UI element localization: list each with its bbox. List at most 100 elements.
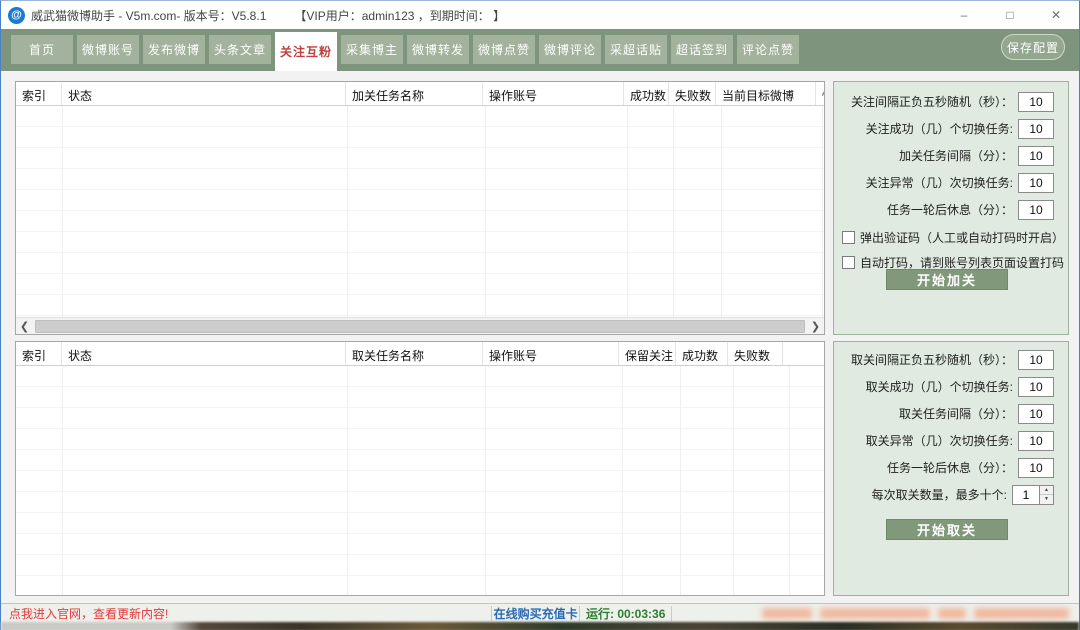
scroll-left-icon[interactable]: ❮ (16, 318, 33, 335)
follow-table-hscrollbar[interactable]: ❮ ❯ (16, 317, 824, 334)
tab-follow-mutual[interactable]: 关注互粉 (275, 32, 337, 71)
col-success-count: 成功数 (676, 342, 728, 365)
tab-publish-weibo[interactable]: 发布微博 (143, 35, 205, 64)
col-success-count: 成功数 (624, 82, 669, 105)
follow-task-interval-label: 加关任务间隔（分）： (899, 147, 1013, 164)
unfollow-interval-label: 取关间隔正负五秒随机（秒）： (851, 351, 1013, 368)
col-follow-task-name: 加关任务名称 (346, 82, 483, 105)
statusbar-divider (671, 606, 672, 621)
col-current-target-weibo: 当前目标微博 (716, 82, 816, 105)
unfollow-settings-panel: 取关间隔正负五秒随机（秒）： 取关成功（几）个切换任务: 取关任务间隔（分）： … (833, 341, 1069, 596)
start-unfollow-button[interactable]: 开始取关 (886, 519, 1008, 540)
col-status: 状态 (62, 342, 346, 365)
unfollow-count-stepper[interactable] (1012, 485, 1040, 505)
scroll-right-icon[interactable]: ❯ (807, 318, 824, 335)
auto-captcha-checkbox[interactable] (842, 256, 855, 269)
unfollow-task-interval-input[interactable] (1018, 404, 1054, 424)
unfollow-count-label: 每次取关数量，最多十个: (872, 486, 1007, 503)
tab-bar: 首页 微博账号 发布微博 头条文章 关注互粉 采集博主 微博转发 微博点赞 微博… (1, 29, 1079, 71)
setting-row: 任务一轮后休息（分）： (834, 454, 1068, 481)
follow-table-header: 索引 状态 加关任务名称 操作账号 成功数 失败数 当前目标微博 性别 (16, 82, 824, 106)
setting-row: 关注成功（几）个切换任务: (834, 115, 1068, 142)
unfollow-rest-label: 任务一轮后休息（分）： (887, 459, 1013, 476)
titlebar: @ 威武猫微博助手 - V5m.com- 版本号：V5.8.1 【VIP用户：a… (1, 1, 1079, 29)
unfollow-task-table: 索引 状态 取关任务名称 操作账号 保留关注 成功数 失败数 (15, 341, 825, 596)
checkbox-row: 弹出验证码（人工或自动打码时开启） (834, 226, 1068, 248)
update-notice-link[interactable]: 点我进入官网，查看更新内容! (1, 605, 491, 622)
tab-weibo-comment[interactable]: 微博评论 (539, 35, 601, 64)
follow-rest-label: 任务一轮后休息（分）： (887, 201, 1013, 218)
setting-row: 每次取关数量，最多十个: ▲ ▼ (834, 481, 1068, 508)
unfollow-table-body (16, 366, 824, 595)
follow-task-interval-input[interactable] (1018, 146, 1054, 166)
run-timer: 运行: 00:03:36 (580, 605, 671, 622)
stepper-down-icon[interactable]: ▼ (1040, 495, 1053, 504)
app-logo-icon: @ (8, 7, 25, 24)
tab-home[interactable]: 首页 (11, 35, 73, 64)
col-operate-account: 操作账号 (483, 342, 619, 365)
buy-card-link[interactable]: 在线购买充值卡 (492, 605, 579, 622)
unfollow-interval-input[interactable] (1018, 350, 1054, 370)
col-keep-follow: 保留关注 (619, 342, 676, 365)
follow-success-switch-label: 关注成功（几）个切换任务: (866, 120, 1013, 137)
setting-row: 取关成功（几）个切换任务: (834, 373, 1068, 400)
start-follow-button[interactable]: 开始加关 (886, 269, 1008, 290)
unfollow-table-header: 索引 状态 取关任务名称 操作账号 保留关注 成功数 失败数 (16, 342, 824, 366)
follow-error-switch-label: 关注异常（几）次切换任务: (866, 174, 1013, 191)
follow-settings-panel: 关注间隔正负五秒随机（秒）： 关注成功（几）个切换任务: 加关任务间隔（分）： … (833, 81, 1069, 335)
minimize-icon[interactable]: – (941, 1, 987, 29)
col-fail-count: 失败数 (669, 82, 716, 105)
tab-collect-supertopic-posts[interactable]: 采超话贴 (605, 35, 667, 64)
captcha-popup-label: 弹出验证码（人工或自动打码时开启） (860, 229, 1064, 246)
follow-rest-input[interactable] (1018, 200, 1054, 220)
setting-row: 取关任务间隔（分）： (834, 400, 1068, 427)
follow-error-switch-input[interactable] (1018, 173, 1054, 193)
setting-row: 取关异常（几）次切换任务: (834, 427, 1068, 454)
setting-row: 关注异常（几）次切换任务: (834, 169, 1068, 196)
setting-row: 关注间隔正负五秒随机（秒）： (834, 88, 1068, 115)
desktop-edge (1, 622, 1079, 630)
auto-captcha-label: 自动打码，请到账号列表页面设置打码 (860, 254, 1064, 271)
tab-weibo-account[interactable]: 微博账号 (77, 35, 139, 64)
stepper-up-icon[interactable]: ▲ (1040, 486, 1053, 496)
app-window: @ 威武猫微博助手 - V5m.com- 版本号：V5.8.1 【VIP用户：a… (0, 0, 1080, 630)
col-status: 状态 (62, 82, 346, 105)
window-title: 威武猫微博助手 - V5m.com- 版本号：V5.8.1 (31, 7, 266, 24)
col-index: 索引 (16, 82, 62, 105)
close-icon[interactable]: ✕ (1033, 1, 1079, 29)
stepper-arrows: ▲ ▼ (1040, 485, 1054, 505)
follow-task-table: 索引 状态 加关任务名称 操作账号 成功数 失败数 当前目标微博 性别 ❮ ❯ (15, 81, 825, 335)
vip-info: 【VIP用户：admin123 ，到期时间： 】 (294, 7, 505, 24)
captcha-popup-checkbox[interactable] (842, 231, 855, 244)
col-gender: 性别 (816, 82, 824, 105)
maximize-icon[interactable]: □ (987, 1, 1033, 29)
redacted-area (682, 606, 1069, 621)
unfollow-rest-input[interactable] (1018, 458, 1054, 478)
tab-weibo-like[interactable]: 微博点赞 (473, 35, 535, 64)
setting-row: 取关间隔正负五秒随机（秒）： (834, 346, 1068, 373)
setting-row: 加关任务间隔（分）： (834, 142, 1068, 169)
hscroll-thumb[interactable] (35, 320, 805, 333)
follow-success-switch-input[interactable] (1018, 119, 1054, 139)
col-index: 索引 (16, 342, 62, 365)
tab-collect-bloggers[interactable]: 采集博主 (341, 35, 403, 64)
col-operate-account: 操作账号 (483, 82, 624, 105)
tab-weibo-repost[interactable]: 微博转发 (407, 35, 469, 64)
status-bar: 点我进入官网，查看更新内容! 在线购买充值卡 运行: 00:03:36 (1, 603, 1079, 622)
unfollow-success-switch-label: 取关成功（几）个切换任务: (866, 378, 1013, 395)
follow-table-body (16, 106, 824, 317)
tab-supertopic-checkin[interactable]: 超话签到 (671, 35, 733, 64)
unfollow-error-switch-label: 取关异常（几）次切换任务: (866, 432, 1013, 449)
follow-interval-label: 关注间隔正负五秒随机（秒）： (851, 93, 1013, 110)
col-unfollow-task-name: 取关任务名称 (346, 342, 483, 365)
tab-toutiao-article[interactable]: 头条文章 (209, 35, 271, 64)
window-controls: – □ ✕ (941, 1, 1079, 29)
tab-comment-like[interactable]: 评论点赞 (737, 35, 799, 64)
col-fail-count: 失败数 (728, 342, 783, 365)
setting-row: 任务一轮后休息（分）： (834, 196, 1068, 223)
unfollow-success-switch-input[interactable] (1018, 377, 1054, 397)
follow-interval-input[interactable] (1018, 92, 1054, 112)
save-config-button[interactable]: 保存配置 (1001, 34, 1065, 60)
unfollow-task-interval-label: 取关任务间隔（分）： (899, 405, 1013, 422)
unfollow-error-switch-input[interactable] (1018, 431, 1054, 451)
